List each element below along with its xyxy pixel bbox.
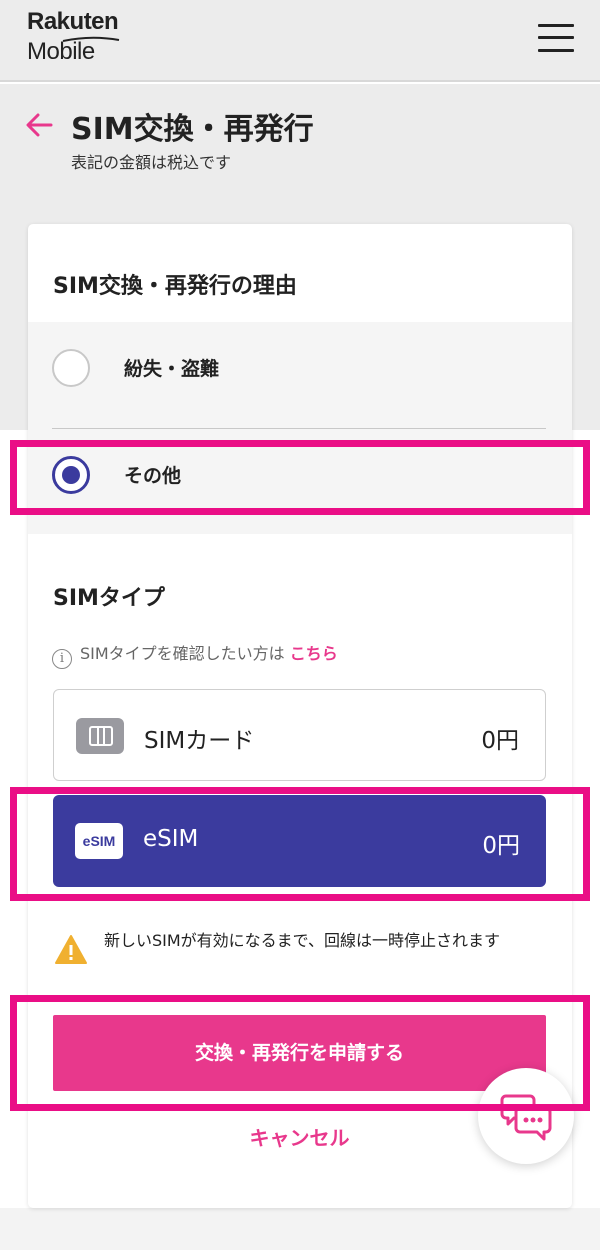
submit-request-button[interactable]: 交換・再発行を申請する xyxy=(53,1015,546,1091)
page-bottom-background xyxy=(0,1208,600,1250)
arrow-left-icon[interactable] xyxy=(24,110,54,140)
radio-button-selected[interactable] xyxy=(52,456,90,494)
sim-option-esim[interactable]: eSIM eSIM 0円 xyxy=(53,795,546,887)
sim-option-sim-card[interactable]: SIMカード 0円 xyxy=(53,689,546,781)
warning-icon xyxy=(55,935,87,964)
sim-type-info: i SIMタイプを確認したい方は こちら xyxy=(52,640,338,669)
reason-option-label: その他 xyxy=(124,465,182,487)
sim-option-price: 0円 xyxy=(481,728,519,754)
reason-option-label: 紛失・盗難 xyxy=(124,358,220,380)
sim-option-name: eSIM xyxy=(143,826,199,852)
logo-swoosh-icon xyxy=(62,36,120,42)
info-icon: i xyxy=(52,649,72,669)
page-title: SIM交換・再発行 xyxy=(71,112,314,147)
sim-type-heading: SIMタイプ xyxy=(53,586,165,611)
warning-text: 新しいSIMが有効になるまで、回線は一時停止されます xyxy=(104,931,501,950)
logo-text-top: Rakuten xyxy=(27,8,119,35)
info-link[interactable]: こちら xyxy=(290,644,338,663)
sim-card-icon xyxy=(76,718,124,754)
divider xyxy=(52,428,546,429)
sim-option-price: 0円 xyxy=(482,833,520,859)
esim-icon: eSIM xyxy=(75,823,123,859)
logo-text-bottom: Mobile xyxy=(27,38,95,65)
sim-option-name: SIMカード xyxy=(144,728,255,754)
app-header: Rakuten Mobile xyxy=(0,0,600,82)
page-subtitle: 表記の金額は税込です xyxy=(71,153,232,172)
cancel-link[interactable]: キャンセル xyxy=(53,1122,546,1151)
reason-heading: SIM交換・再発行の理由 xyxy=(53,274,297,299)
chat-bubble-icon xyxy=(500,1094,552,1141)
info-text: SIMタイプを確認したい方は xyxy=(80,644,285,663)
hamburger-menu-icon[interactable] xyxy=(536,22,576,54)
rakuten-mobile-logo[interactable]: Rakuten Mobile xyxy=(27,8,120,65)
chat-button[interactable] xyxy=(478,1068,574,1164)
radio-button[interactable] xyxy=(52,349,90,387)
